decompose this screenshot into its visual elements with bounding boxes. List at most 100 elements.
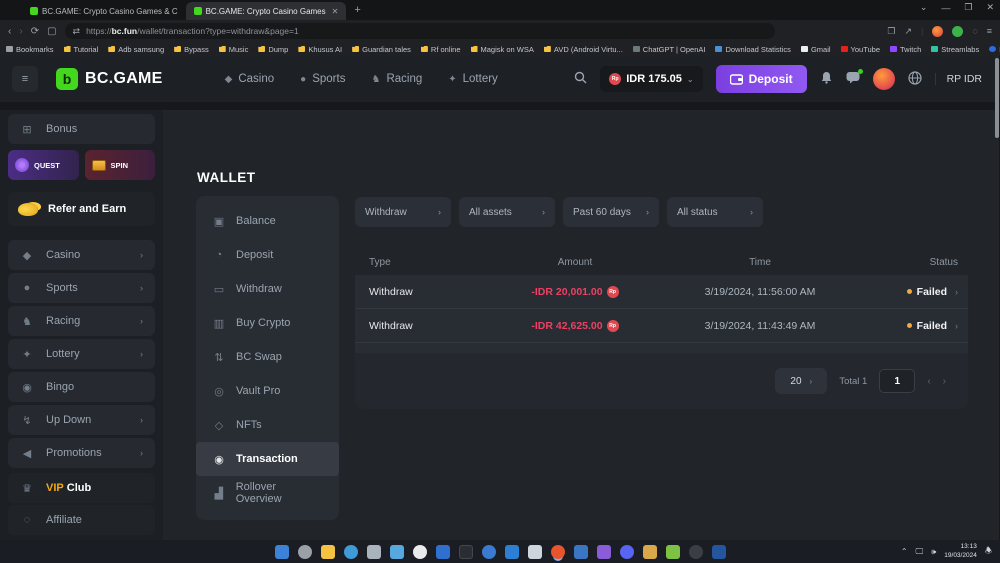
tray-notifications-icon[interactable]: 🕭 (985, 545, 992, 559)
tray-display-icon[interactable]: 🖵 (916, 547, 924, 557)
nav-sports[interactable]: ●Sports (300, 73, 345, 85)
spin-button[interactable]: SPIN (85, 150, 156, 180)
hamburger-menu-icon[interactable]: ≡ (12, 66, 38, 92)
reading-list-icon[interactable]: ❐ (887, 26, 895, 37)
filter-assets-dropdown[interactable]: All assets› (459, 197, 555, 227)
search-icon[interactable] (574, 71, 587, 87)
taskbar-settings-icon[interactable] (298, 545, 312, 559)
bookmark-item[interactable]: Guardian tales (352, 45, 411, 54)
fiat-currency-label[interactable]: RP IDR (935, 73, 982, 85)
tab-search-icon[interactable]: ⌄ (920, 2, 928, 13)
wallet-nav-bc-swap[interactable]: ⇅BC Swap (196, 340, 339, 374)
profile-avatar-icon[interactable] (932, 26, 943, 37)
sidebar-item-sports[interactable]: ● Sports › (8, 273, 155, 303)
bookmark-item[interactable]: Dump (258, 45, 288, 54)
taskbar-edge-icon[interactable] (482, 545, 496, 559)
taskbar-mail-icon[interactable] (390, 545, 404, 559)
page-number-input[interactable]: 1 (879, 369, 915, 393)
bookmark-item[interactable]: Bypass (174, 45, 209, 54)
sidebar-item-affiliate[interactable]: ◌ Affiliate (8, 505, 155, 535)
bookmark-item[interactable]: Bookmarks (6, 45, 54, 54)
sidebar-item-updown[interactable]: ↯ Up Down › (8, 405, 155, 435)
sidebar-item-lottery[interactable]: ✦ Lottery › (8, 339, 155, 369)
table-row[interactable]: Withdraw -IDR 20,001.00Rp 3/19/2024, 11:… (355, 275, 968, 309)
taskbar-terminal-icon[interactable] (459, 545, 473, 559)
tray-chevron-icon[interactable]: ⌃ (901, 547, 908, 556)
sidebar-item-racing[interactable]: ♞ Racing › (8, 306, 155, 336)
bookmark-item[interactable]: Music (219, 45, 249, 54)
minimize-icon[interactable]: — (941, 3, 950, 13)
sidebar-item-vip-club[interactable]: ♛ VIP Club (8, 473, 155, 503)
nav-casino[interactable]: ◆Casino (225, 73, 275, 85)
taskbar-clock[interactable]: 13:13 19/03/2024 (944, 543, 977, 560)
taskbar-discord-icon[interactable] (620, 545, 634, 559)
taskbar-clock-icon[interactable] (413, 545, 427, 559)
sidebar-item-bingo[interactable]: ◉ Bingo (8, 372, 155, 402)
taskbar-search-icon[interactable] (344, 545, 358, 559)
balance-selector[interactable]: Rp IDR 175.05 ⌄ (600, 66, 702, 92)
taskbar-game-icon[interactable] (597, 545, 611, 559)
nav-lottery[interactable]: ✦Lottery (448, 73, 498, 85)
bookmark-item[interactable]: Tutorial (64, 45, 99, 54)
bookmark-item[interactable]: Streamlabs (931, 45, 979, 54)
page-size-dropdown[interactable]: 20 › (775, 368, 827, 394)
notifications-bell-icon[interactable] (820, 71, 833, 87)
url-bar[interactable]: ⇄ https://bc.fun/wallet/transaction?type… (65, 23, 775, 39)
wallet-nav-rollover[interactable]: ▟Rollover Overview (196, 476, 339, 510)
filter-date-dropdown[interactable]: Past 60 days› (563, 197, 659, 227)
taskbar-powershell-icon[interactable] (436, 545, 450, 559)
bookmark-item[interactable]: Khusus AI (298, 45, 342, 54)
sidebar-item-promotions[interactable]: ◀ Promotions › (8, 438, 155, 468)
bookmark-item[interactable]: ChatGPT | OpenAI (633, 45, 706, 54)
taskbar-torch-icon[interactable] (643, 545, 657, 559)
new-tab-button[interactable]: + (354, 4, 360, 16)
browser-tab-2-active[interactable]: BC.GAME: Crypto Casino Games ✕ (186, 2, 347, 20)
reload-icon[interactable]: ⟳ (31, 26, 39, 37)
wallet-nav-buy-crypto[interactable]: ▥Buy Crypto (196, 306, 339, 340)
bookmark-item[interactable]: Rf online (421, 45, 461, 54)
taskbar-brave-icon[interactable] (551, 545, 565, 559)
taskbar-calendar-icon[interactable] (528, 545, 542, 559)
language-globe-icon[interactable] (908, 71, 922, 88)
tray-volume-icon[interactable]: 🕪 (931, 547, 936, 557)
bookmark-item[interactable]: AVD (Android Virtu... (544, 45, 623, 54)
bookmark-item[interactable]: YouTube (841, 45, 880, 54)
filter-status-dropdown[interactable]: All status› (667, 197, 763, 227)
rewards-icon[interactable]: ◌ (972, 26, 977, 36)
site-settings-icon[interactable]: ⇄ (73, 26, 81, 37)
scrollbar-thumb[interactable] (995, 58, 999, 138)
filter-type-dropdown[interactable]: Withdraw› (355, 197, 451, 227)
bookmark-item[interactable]: Magisk on WSA (471, 45, 534, 54)
taskbar-obs-icon[interactable] (689, 545, 703, 559)
bookmark-item[interactable]: Gmail (801, 45, 831, 54)
bookmark-item[interactable]: Home - Restream (989, 45, 1000, 54)
site-logo[interactable]: b BC.GAME (56, 68, 163, 90)
taskbar-file-explorer-icon[interactable] (321, 545, 335, 559)
deposit-button[interactable]: Deposit (716, 65, 807, 93)
wallet-nav-vault-pro[interactable]: ◎Vault Pro (196, 374, 339, 408)
home-icon[interactable]: ▢ (47, 26, 56, 37)
browser-tab-1[interactable]: BC.GAME: Crypto Casino Games & C (22, 2, 186, 20)
menu-icon[interactable]: ≡ (987, 26, 992, 36)
taskbar-photos-icon[interactable] (574, 545, 588, 559)
wallet-nav-deposit[interactable]: ◔Deposit (196, 238, 339, 272)
bookmark-item[interactable]: Download Statistics (715, 45, 790, 54)
close-icon[interactable]: ✕ (986, 2, 994, 13)
taskbar-outlook-icon[interactable] (505, 545, 519, 559)
quest-button[interactable]: QUEST (8, 150, 79, 180)
maximize-icon[interactable]: ❐ (964, 2, 972, 13)
taskbar-app-icon[interactable] (712, 545, 726, 559)
extension-icon[interactable] (952, 26, 963, 37)
bookmark-item[interactable]: Adb samsung (108, 45, 164, 54)
wallet-nav-transaction[interactable]: ◉Transaction (196, 442, 339, 476)
sidebar-item-casino[interactable]: ◆ Casino › (8, 240, 155, 270)
wallet-nav-balance[interactable]: ▣Balance (196, 204, 339, 238)
user-avatar[interactable] (873, 68, 895, 90)
chat-icon[interactable] (846, 71, 860, 87)
bonus-button[interactable]: ⊞ Bonus (8, 114, 155, 144)
share-icon[interactable]: ↗ (904, 26, 912, 37)
bookmark-item[interactable]: Twitch (890, 45, 921, 54)
refer-and-earn-button[interactable]: Refer and Earn (8, 192, 155, 226)
wallet-nav-withdraw[interactable]: ▭Withdraw (196, 272, 339, 306)
next-page-icon[interactable]: › (943, 376, 946, 387)
